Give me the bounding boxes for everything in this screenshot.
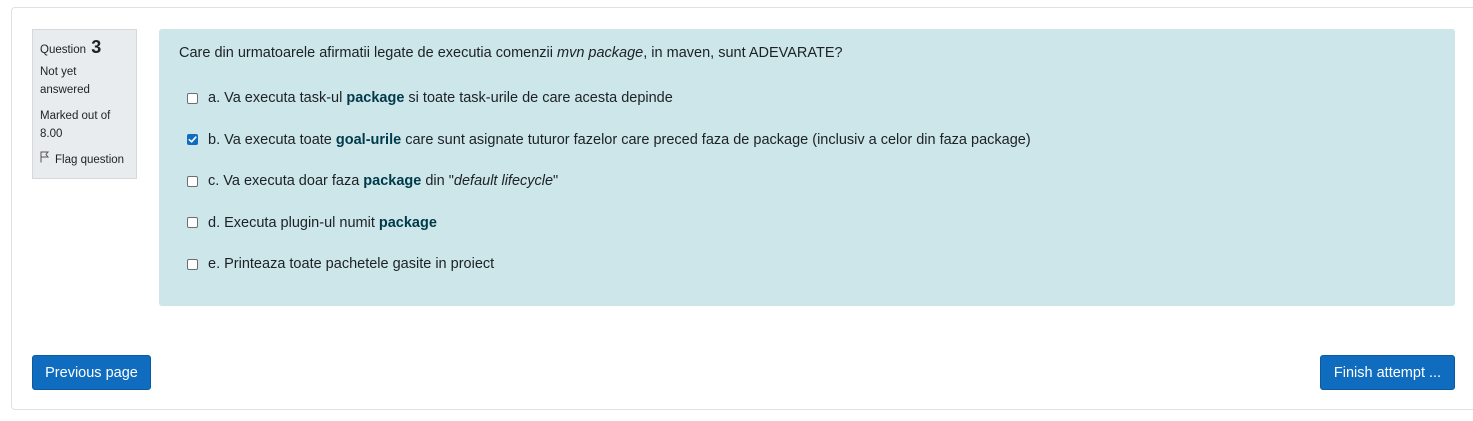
question-text: Care din urmatoarele afirmatii legate de… bbox=[179, 44, 843, 62]
answer-checkbox-b[interactable] bbox=[187, 134, 198, 145]
answer-checkbox-d[interactable] bbox=[187, 217, 198, 228]
answer-list: a. Va executa task-ul package si toate t… bbox=[187, 88, 1031, 296]
question-content: Care din urmatoarele afirmatii legate de… bbox=[159, 29, 1455, 306]
question-number: 3 bbox=[91, 37, 102, 57]
question-grade: Marked out of 8.00 bbox=[40, 110, 111, 140]
answer-option-e[interactable]: e. Printeaza toate pachetele gasite in p… bbox=[187, 254, 1031, 274]
flag-icon bbox=[40, 151, 50, 169]
answer-text: care sunt asignate tuturor fazelor care … bbox=[401, 131, 1031, 148]
question-info-panel: Question 3 Not yet answered Marked out o… bbox=[32, 29, 137, 179]
answer-keyword: package bbox=[346, 90, 405, 106]
answer-emphasis: default lifecycle bbox=[453, 173, 554, 189]
answer-label-c[interactable]: c. Va executa doar faza package din "def… bbox=[208, 173, 558, 189]
answer-option-a[interactable]: a. Va executa task-ul package si toate t… bbox=[187, 88, 1031, 108]
answer-option-c[interactable]: c. Va executa doar faza package din "def… bbox=[187, 171, 1031, 191]
answer-keyword: goal-urile bbox=[335, 131, 402, 148]
answer-checkbox-a[interactable] bbox=[187, 92, 198, 104]
answer-text: din " bbox=[421, 173, 454, 189]
answer-keyword: package bbox=[363, 173, 422, 189]
flag-question-link[interactable]: Flag question bbox=[40, 151, 129, 169]
answer-text: a. Va executa task-ul bbox=[208, 90, 347, 106]
checkmark-icon bbox=[188, 136, 197, 143]
answer-text: c. Va executa doar faza bbox=[208, 173, 364, 189]
question-label: Question bbox=[40, 44, 87, 56]
answer-checkbox-c[interactable] bbox=[187, 175, 198, 187]
answer-text: " bbox=[553, 173, 559, 189]
flag-question-label: Flag question bbox=[55, 154, 125, 166]
question-text-prefix: Care din urmatoarele afirmatii legate de… bbox=[179, 45, 557, 61]
answer-option-b[interactable]: b. Va executa toate goal-urile care sunt… bbox=[187, 130, 1031, 150]
answer-text: si toate task-urile de care acesta depin… bbox=[404, 90, 673, 106]
answer-text: b. Va executa toate bbox=[208, 131, 336, 148]
previous-page-button[interactable]: Previous page bbox=[32, 355, 151, 390]
question-text-command: mvn package bbox=[557, 45, 644, 61]
question-text-suffix: , in maven, sunt ADEVARATE? bbox=[643, 45, 843, 61]
answer-label-e[interactable]: e. Printeaza toate pachetele gasite in p… bbox=[208, 256, 494, 272]
question-number-row: Question 3 bbox=[40, 38, 129, 59]
question-state: Not yet answered bbox=[40, 66, 90, 96]
answer-text: d. Executa plugin-ul numit bbox=[208, 214, 379, 231]
answer-option-d[interactable]: d. Executa plugin-ul numit package bbox=[187, 213, 1031, 233]
answer-text: e. Printeaza toate pachetele gasite in p… bbox=[208, 256, 495, 272]
finish-attempt-button[interactable]: Finish attempt ... bbox=[1320, 355, 1455, 390]
answer-label-a[interactable]: a. Va executa task-ul package si toate t… bbox=[208, 90, 673, 106]
answer-keyword: package bbox=[378, 214, 437, 231]
answer-label-d[interactable]: d. Executa plugin-ul numit package bbox=[208, 215, 437, 231]
answer-label-b[interactable]: b. Va executa toate goal-urile care sunt… bbox=[208, 132, 1031, 148]
answer-checkbox-e[interactable] bbox=[187, 258, 198, 270]
